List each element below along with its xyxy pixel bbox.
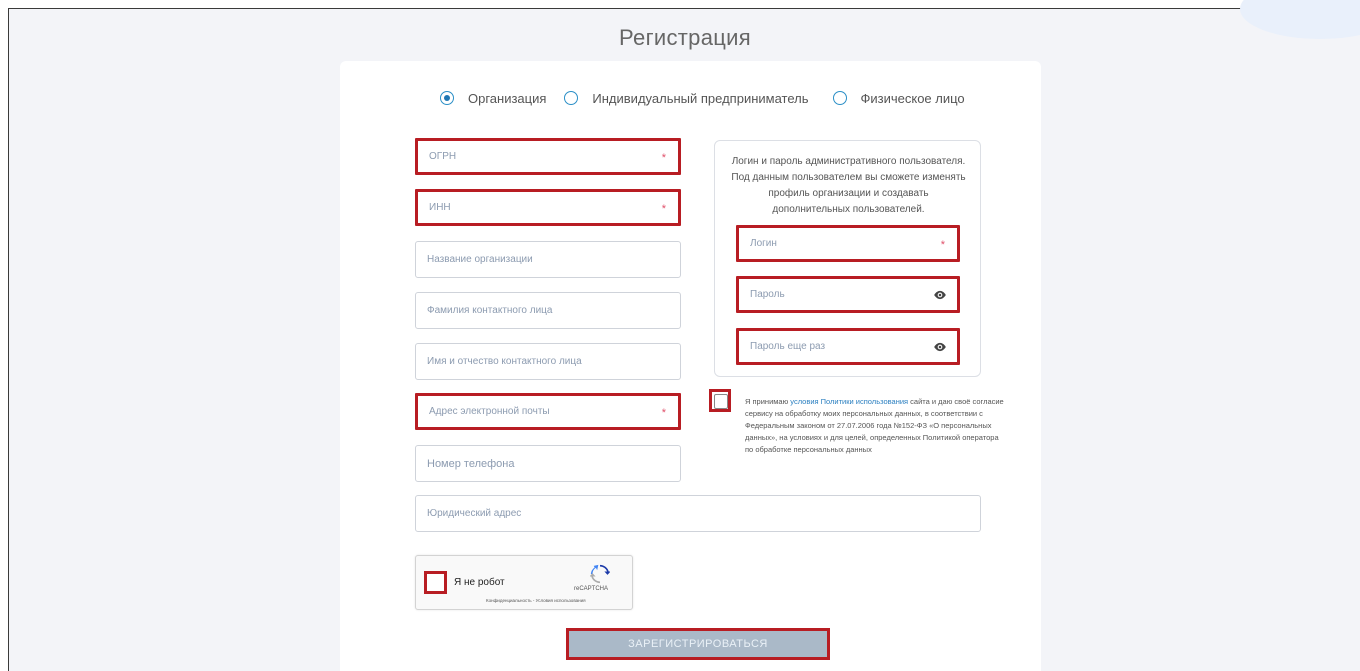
recaptcha-label: Я не робот bbox=[454, 577, 505, 588]
radio-individual-label[interactable]: Физическое лицо bbox=[861, 91, 965, 106]
password-repeat-field[interactable]: Пароль еще раз bbox=[736, 328, 960, 365]
inn-placeholder: ИНН bbox=[429, 202, 451, 213]
org-name-field[interactable]: Название организации bbox=[415, 241, 681, 278]
phone-placeholder: Номер телефона bbox=[427, 457, 515, 470]
email-field[interactable]: Адрес электронной почты * bbox=[415, 393, 681, 430]
radio-individual-entrepreneur-label[interactable]: Индивидуальный предприниматель bbox=[592, 91, 808, 106]
phone-field[interactable]: Номер телефона bbox=[415, 445, 681, 482]
password-repeat-placeholder: Пароль еще раз bbox=[750, 341, 826, 352]
legal-address-field[interactable]: Юридический адрес bbox=[415, 495, 981, 532]
login-placeholder: Логин bbox=[750, 238, 777, 249]
radio-individual[interactable] bbox=[832, 91, 847, 105]
password-field[interactable]: Пароль bbox=[736, 276, 960, 313]
recaptcha-icon bbox=[590, 564, 610, 584]
radio-individual-entrepreneur[interactable] bbox=[564, 91, 579, 105]
password-placeholder: Пароль bbox=[750, 289, 785, 300]
recaptcha-brand: reCAPTCHA bbox=[574, 586, 609, 592]
consent-text: Я принимаю условия Политики использовани… bbox=[745, 396, 1005, 456]
org-name-placeholder: Название организации bbox=[427, 254, 533, 265]
consent-checkbox[interactable] bbox=[709, 389, 731, 412]
admin-description: Логин и пароль административного пользов… bbox=[731, 156, 966, 215]
required-mark: * bbox=[940, 239, 945, 251]
contact-surname-field[interactable]: Фамилия контактного лица bbox=[415, 292, 681, 329]
login-field[interactable]: Логин * bbox=[736, 225, 960, 262]
registration-card: Организация Индивидуальный предпринимате… bbox=[340, 61, 1041, 671]
radio-organization-label[interactable]: Организация bbox=[468, 91, 546, 106]
recaptcha-widget: Я не робот reCAPTCHA Конфиденциальность … bbox=[415, 555, 633, 610]
eye-icon[interactable] bbox=[933, 340, 947, 354]
required-mark: * bbox=[661, 407, 666, 419]
radio-organization[interactable] bbox=[440, 91, 454, 105]
ogrn-placeholder: ОГРН bbox=[429, 151, 457, 162]
contact-name-placeholder: Имя и отчество контактного лица bbox=[427, 356, 582, 367]
register-button[interactable]: ЗАРЕГИСТРИРОВАТЬСЯ bbox=[566, 628, 830, 660]
recaptcha-links[interactable]: Конфиденциальность - Условия использован… bbox=[486, 598, 586, 603]
contact-name-field[interactable]: Имя и отчество контактного лица bbox=[415, 343, 681, 380]
policy-link[interactable]: условия Политики использования bbox=[790, 397, 908, 406]
required-mark: * bbox=[661, 152, 666, 164]
contact-surname-placeholder: Фамилия контактного лица bbox=[427, 305, 553, 316]
consent-prefix: Я принимаю bbox=[745, 397, 791, 406]
email-placeholder: Адрес электронной почты bbox=[429, 406, 550, 417]
inn-field[interactable]: ИНН * bbox=[415, 189, 681, 226]
page-title: Регистрация bbox=[619, 25, 751, 50]
page-frame: Регистрация Организация Индивидуальный п… bbox=[8, 0, 1360, 671]
legal-address-placeholder: Юридический адрес bbox=[427, 508, 522, 519]
account-type-selector: Организация Индивидуальный предпринимате… bbox=[440, 90, 983, 106]
required-mark: * bbox=[661, 203, 666, 215]
recaptcha-checkbox[interactable] bbox=[424, 571, 447, 594]
eye-icon[interactable] bbox=[933, 288, 947, 302]
ogrn-field[interactable]: ОГРН * bbox=[415, 138, 681, 175]
